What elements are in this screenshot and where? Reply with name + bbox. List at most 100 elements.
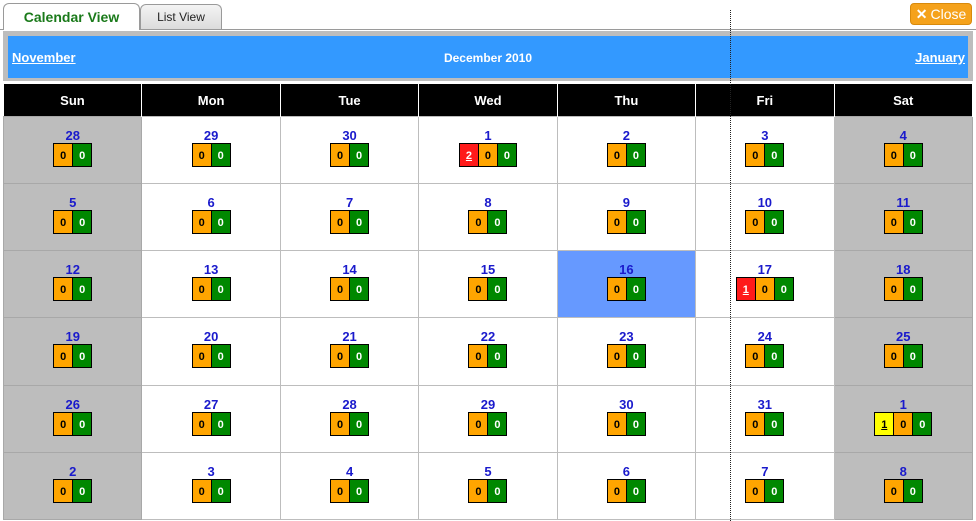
- day-cell[interactable]: 21 0 0: [279, 317, 420, 386]
- day-cell[interactable]: 13 0 0: [141, 250, 281, 319]
- green-count-badge: 0: [210, 478, 231, 503]
- current-month-title: December 2010: [443, 51, 533, 65]
- green-count-badge: 0: [349, 210, 370, 235]
- week-row: 19 0 0 20 0 0 21 0 0 22 0 0 23 0 0 24 0 0 25 0 0: [2, 317, 974, 386]
- day-cell[interactable]: 27 0 0: [141, 384, 281, 453]
- day-cell[interactable]: 800: [418, 183, 558, 252]
- close-label: Close: [930, 6, 967, 22]
- orange-count-badge: 0: [606, 210, 627, 235]
- month-nav-bar: November December 2010 January: [8, 36, 968, 78]
- day-cell[interactable]: 500: [2, 183, 143, 252]
- weekday-header-tue: Tue: [280, 84, 420, 117]
- day-cell[interactable]: 16 0 0: [556, 250, 697, 319]
- green-count-badge: 0: [349, 478, 370, 503]
- day-cell[interactable]: 400: [279, 451, 420, 521]
- red-count-badge[interactable]: 1: [735, 277, 756, 302]
- day-cell[interactable]: 500: [418, 451, 558, 521]
- day-cell[interactable]: 28 0 0: [279, 384, 420, 453]
- day-cell[interactable]: 400: [833, 115, 974, 185]
- day-number: 29: [480, 396, 496, 412]
- day-cell[interactable]: 15 0 0: [418, 250, 558, 319]
- day-cell[interactable]: 300: [695, 115, 835, 185]
- tab-calendar-view[interactable]: Calendar View: [3, 3, 140, 30]
- status-badges: 00: [606, 344, 646, 369]
- day-cell[interactable]: 24 0 0: [695, 317, 835, 386]
- green-count-badge: 0: [912, 411, 933, 436]
- status-badges: 00: [745, 210, 785, 235]
- day-number: 31: [757, 396, 773, 412]
- green-count-badge: 0: [496, 143, 517, 167]
- status-badges: 00: [468, 210, 508, 235]
- day-number: 18: [896, 262, 911, 278]
- green-count-badge: 0: [625, 210, 646, 235]
- green-count-badge: 0: [764, 143, 785, 167]
- day-cell[interactable]: 14 0 0: [279, 250, 420, 319]
- close-button[interactable]: ✕ Close: [910, 3, 972, 25]
- orange-count-badge: 0: [330, 478, 351, 503]
- day-cell[interactable]: 10 0 0: [695, 183, 835, 252]
- day-cell[interactable]: 25 0 0: [833, 317, 974, 386]
- orange-count-badge: 0: [606, 344, 627, 369]
- orange-count-badge: 0: [893, 411, 914, 436]
- status-badges: 00: [53, 478, 93, 503]
- status-badges: 00: [606, 210, 646, 235]
- day-cell[interactable]: 600: [556, 451, 697, 521]
- red-count-badge[interactable]: 2: [458, 143, 479, 167]
- day-cell[interactable]: 26 0 0: [2, 384, 143, 453]
- orange-count-badge: 0: [53, 478, 74, 503]
- yellow-count-badge[interactable]: 1: [874, 411, 895, 436]
- day-cell[interactable]: 23 0 0: [556, 317, 697, 386]
- day-cell[interactable]: 30 0 0: [279, 115, 420, 185]
- day-cell[interactable]: 1200: [2, 250, 143, 319]
- status-badges: 00: [191, 344, 231, 369]
- day-cell[interactable]: 900: [556, 183, 697, 252]
- day-number: 25: [896, 329, 911, 345]
- status-badges: 00: [330, 277, 370, 302]
- day-cell[interactable]: 1100: [833, 384, 974, 453]
- green-count-badge: 0: [72, 411, 93, 436]
- next-month-link[interactable]: January: [915, 50, 965, 65]
- day-cell[interactable]: 18 0 0: [833, 250, 974, 319]
- day-cell[interactable]: 200: [2, 451, 143, 521]
- day-cell[interactable]: 700: [695, 451, 835, 521]
- status-badges: 00: [883, 143, 923, 167]
- weekday-header-sat: Sat: [834, 84, 974, 117]
- day-number: 24: [757, 329, 773, 345]
- day-cell[interactable]: 600: [141, 183, 281, 252]
- day-cell[interactable]: 29 0 0: [141, 115, 281, 185]
- day-number: 27: [203, 396, 219, 412]
- weekday-header-wed: Wed: [418, 84, 558, 117]
- day-cell[interactable]: 1100: [833, 183, 974, 252]
- orange-count-badge: 0: [330, 411, 351, 436]
- orange-count-badge: 0: [477, 143, 498, 167]
- orange-count-badge: 0: [606, 411, 627, 436]
- green-count-badge: 0: [764, 411, 785, 436]
- tab-list-view[interactable]: List View: [140, 4, 222, 29]
- day-cell[interactable]: 30 0 0: [556, 384, 697, 453]
- day-cell[interactable]: 200: [556, 115, 697, 185]
- day-number: 28: [342, 396, 357, 412]
- day-cell[interactable]: 300: [141, 451, 281, 521]
- green-count-badge: 0: [349, 411, 370, 436]
- orange-count-badge: 0: [468, 478, 489, 503]
- day-cell[interactable]: 19 0 0: [2, 317, 143, 386]
- day-cell[interactable]: 28 0 0: [2, 115, 143, 185]
- day-cell[interactable]: 29 0 0: [418, 384, 558, 453]
- orange-count-badge: 0: [745, 210, 766, 235]
- day-cell[interactable]: 700: [279, 183, 420, 252]
- day-number: 7: [761, 463, 769, 479]
- green-count-badge: 0: [625, 411, 646, 436]
- day-number: 28: [65, 128, 80, 143]
- day-cell[interactable]: 31 0 0: [695, 384, 835, 453]
- day-number: 3: [761, 128, 769, 143]
- green-count-badge: 0: [210, 143, 231, 167]
- status-badges: 00: [53, 411, 93, 436]
- day-cell[interactable]: 17 1 0 0: [695, 250, 835, 319]
- day-cell[interactable]: 1200: [418, 115, 558, 185]
- status-badges: 00: [468, 478, 508, 503]
- green-count-badge: 0: [902, 143, 923, 167]
- day-cell[interactable]: 20 0 0: [141, 317, 281, 386]
- day-cell[interactable]: 22 0 0: [418, 317, 558, 386]
- day-number: 30: [342, 128, 357, 143]
- day-cell[interactable]: 800: [833, 451, 974, 521]
